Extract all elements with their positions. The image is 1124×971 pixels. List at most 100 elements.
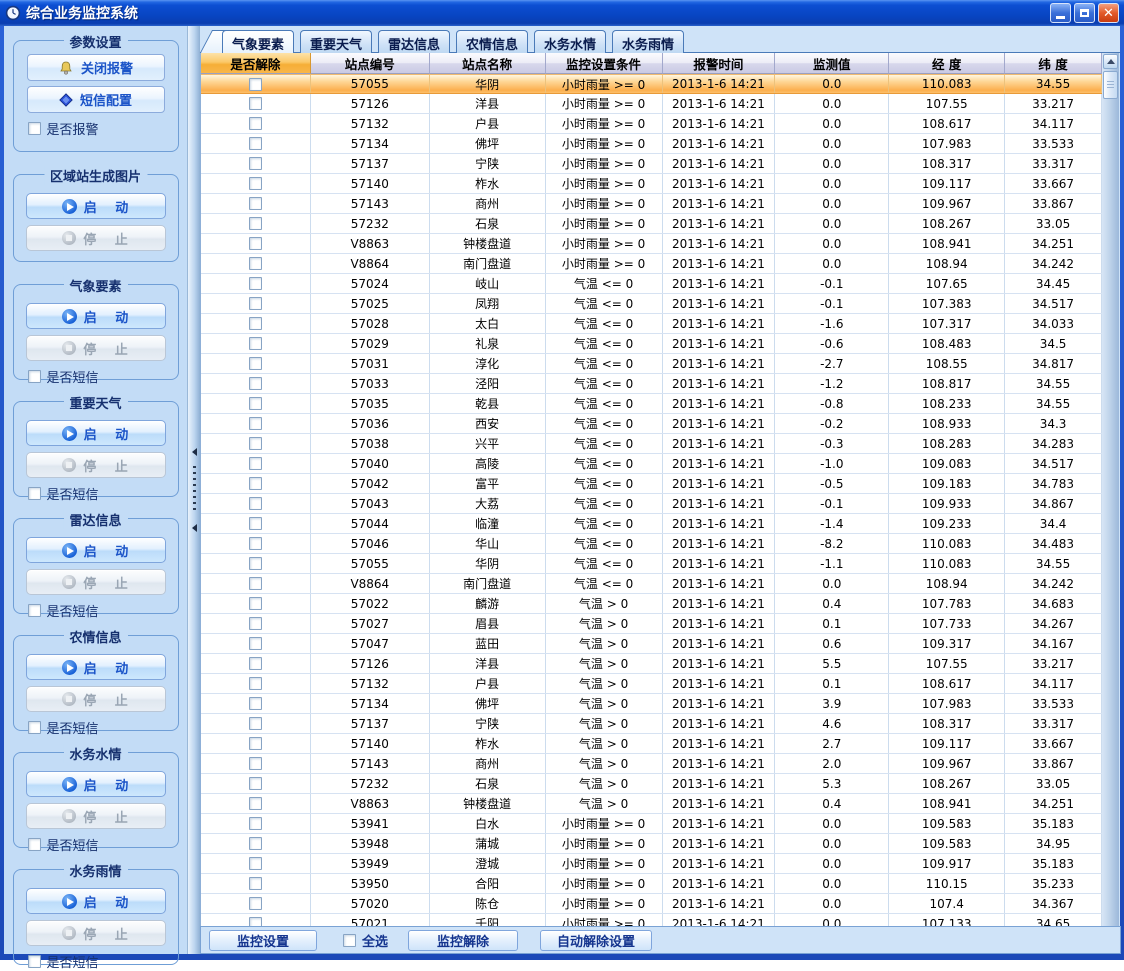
column-header[interactable]: 是否解除 xyxy=(201,53,311,74)
table-row[interactable]: 57134佛坪气温 > 02013-1-6 14:213.9107.98333.… xyxy=(201,694,1102,714)
table-row[interactable]: 57020陈仓小时雨量 >= 02013-1-6 14:210.0107.434… xyxy=(201,894,1102,914)
sms-checkbox[interactable] xyxy=(28,955,41,968)
row-release-checkbox[interactable] xyxy=(249,257,262,270)
row-release-checkbox[interactable] xyxy=(249,497,262,510)
stop-button[interactable]: 停 止 xyxy=(26,920,166,946)
column-header[interactable]: 监测值 xyxy=(775,53,889,74)
column-header[interactable]: 站点编号 xyxy=(311,53,430,74)
table-row[interactable]: 57027眉县气温 > 02013-1-6 14:210.1107.73334.… xyxy=(201,614,1102,634)
collapse-left-icon[interactable] xyxy=(192,524,197,532)
row-release-checkbox[interactable] xyxy=(249,737,262,750)
column-header[interactable]: 纬 度 xyxy=(1005,53,1102,74)
tab-1[interactable]: 气象要素 xyxy=(222,30,294,53)
tab-4[interactable]: 农情信息 xyxy=(456,30,528,53)
collapse-left-icon[interactable] xyxy=(192,448,197,456)
table-row[interactable]: 57042富平气温 <= 02013-1-6 14:21-0.5109.1833… xyxy=(201,474,1102,494)
table-row[interactable]: 57029礼泉气温 <= 02013-1-6 14:21-0.6108.4833… xyxy=(201,334,1102,354)
row-release-checkbox[interactable] xyxy=(249,777,262,790)
tab-5[interactable]: 水务水情 xyxy=(534,30,606,53)
start-button[interactable]: 启 动 xyxy=(26,537,166,563)
table-row[interactable]: 53941白水小时雨量 >= 02013-1-6 14:210.0109.583… xyxy=(201,814,1102,834)
row-release-checkbox[interactable] xyxy=(249,517,262,530)
stop-button[interactable]: 停 止 xyxy=(26,686,166,712)
row-release-checkbox[interactable] xyxy=(249,797,262,810)
table-row[interactable]: 57028太白气温 <= 02013-1-6 14:21-1.6107.3173… xyxy=(201,314,1102,334)
close-alarm-button[interactable]: 关闭报警 xyxy=(27,54,165,81)
row-release-checkbox[interactable] xyxy=(249,637,262,650)
row-release-checkbox[interactable] xyxy=(249,97,262,110)
monitor-set-button[interactable]: 监控设置 xyxy=(209,930,317,951)
stop-button[interactable]: 停 止 xyxy=(26,335,166,361)
table-row[interactable]: 57040高陵气温 <= 02013-1-6 14:21-1.0109.0833… xyxy=(201,454,1102,474)
table-row[interactable]: 57047蓝田气温 > 02013-1-6 14:210.6109.31734.… xyxy=(201,634,1102,654)
tab-6[interactable]: 水务雨情 xyxy=(612,30,684,53)
sms-checkbox[interactable] xyxy=(28,838,41,851)
vertical-scrollbar[interactable] xyxy=(1102,53,1119,926)
table-row[interactable]: 53948蒲城小时雨量 >= 02013-1-6 14:210.0109.583… xyxy=(201,834,1102,854)
start-button[interactable]: 启 动 xyxy=(26,888,166,914)
sms-checkbox[interactable] xyxy=(28,604,41,617)
sms-checkbox[interactable] xyxy=(28,487,41,500)
sms-config-button[interactable]: 短信配置 xyxy=(27,86,165,113)
start-button[interactable]: 启 动 xyxy=(26,303,166,329)
sms-checkbox[interactable] xyxy=(28,370,41,383)
row-release-checkbox[interactable] xyxy=(249,597,262,610)
row-release-checkbox[interactable] xyxy=(249,157,262,170)
table-row[interactable]: 57046华山气温 <= 02013-1-6 14:21-8.2110.0833… xyxy=(201,534,1102,554)
table-row[interactable]: V8863钟楼盘道小时雨量 >= 02013-1-6 14:210.0108.9… xyxy=(201,234,1102,254)
column-header[interactable]: 报警时间 xyxy=(663,53,776,74)
row-release-checkbox[interactable] xyxy=(249,377,262,390)
table-row[interactable]: 57126洋县气温 > 02013-1-6 14:215.5107.5533.2… xyxy=(201,654,1102,674)
table-row[interactable]: 53950合阳小时雨量 >= 02013-1-6 14:210.0110.153… xyxy=(201,874,1102,894)
select-all-checkbox[interactable] xyxy=(343,934,356,947)
row-release-checkbox[interactable] xyxy=(249,857,262,870)
column-header[interactable]: 站点名称 xyxy=(430,53,546,74)
column-header[interactable]: 监控设置条件 xyxy=(546,53,663,74)
table-row[interactable]: 57044临潼气温 <= 02013-1-6 14:21-1.4109.2333… xyxy=(201,514,1102,534)
row-release-checkbox[interactable] xyxy=(249,877,262,890)
table-row[interactable]: 57025凤翔气温 <= 02013-1-6 14:21-0.1107.3833… xyxy=(201,294,1102,314)
sidebar-splitter[interactable] xyxy=(187,26,200,954)
row-release-checkbox[interactable] xyxy=(249,397,262,410)
row-release-checkbox[interactable] xyxy=(249,657,262,670)
row-release-checkbox[interactable] xyxy=(249,617,262,630)
table-row[interactable]: 57134佛坪小时雨量 >= 02013-1-6 14:210.0107.983… xyxy=(201,134,1102,154)
sms-checkbox[interactable] xyxy=(28,721,41,734)
row-release-checkbox[interactable] xyxy=(249,557,262,570)
table-row[interactable]: 57143商州小时雨量 >= 02013-1-6 14:210.0109.967… xyxy=(201,194,1102,214)
row-release-checkbox[interactable] xyxy=(249,357,262,370)
row-release-checkbox[interactable] xyxy=(249,917,262,926)
close-button[interactable]: ✕ xyxy=(1098,3,1119,23)
table-row[interactable]: 57024岐山气温 <= 02013-1-6 14:21-0.1107.6534… xyxy=(201,274,1102,294)
row-release-checkbox[interactable] xyxy=(249,897,262,910)
column-header[interactable]: 经 度 xyxy=(889,53,1005,74)
table-row[interactable]: 57137宁陕气温 > 02013-1-6 14:214.6108.31733.… xyxy=(201,714,1102,734)
scroll-up-button[interactable] xyxy=(1103,54,1118,69)
row-release-checkbox[interactable] xyxy=(249,697,262,710)
row-release-checkbox[interactable] xyxy=(249,437,262,450)
start-button[interactable]: 启 动 xyxy=(26,193,166,219)
table-row[interactable]: 57033泾阳气温 <= 02013-1-6 14:21-1.2108.8173… xyxy=(201,374,1102,394)
table-row[interactable]: 57232石泉小时雨量 >= 02013-1-6 14:210.0108.267… xyxy=(201,214,1102,234)
alarm-checkbox[interactable] xyxy=(28,122,41,135)
row-release-checkbox[interactable] xyxy=(249,837,262,850)
row-release-checkbox[interactable] xyxy=(249,717,262,730)
maximize-button[interactable] xyxy=(1074,3,1095,23)
row-release-checkbox[interactable] xyxy=(249,237,262,250)
auto-release-button[interactable]: 自动解除设置 xyxy=(540,930,652,951)
table-row[interactable]: 57132户县气温 > 02013-1-6 14:210.1108.61734.… xyxy=(201,674,1102,694)
row-release-checkbox[interactable] xyxy=(249,577,262,590)
minimize-button[interactable] xyxy=(1050,3,1071,23)
table-row[interactable]: V8864南门盘道小时雨量 >= 02013-1-6 14:210.0108.9… xyxy=(201,254,1102,274)
table-row[interactable]: 57140柞水气温 > 02013-1-6 14:212.7109.11733.… xyxy=(201,734,1102,754)
table-row[interactable]: 57035乾县气温 <= 02013-1-6 14:21-0.8108.2333… xyxy=(201,394,1102,414)
splitter-grip-icon[interactable] xyxy=(193,466,196,514)
table-row[interactable]: 57132户县小时雨量 >= 02013-1-6 14:210.0108.617… xyxy=(201,114,1102,134)
table-row[interactable]: V8863钟楼盘道气温 > 02013-1-6 14:210.4108.9413… xyxy=(201,794,1102,814)
table-row[interactable]: 57031淳化气温 <= 02013-1-6 14:21-2.7108.5534… xyxy=(201,354,1102,374)
row-release-checkbox[interactable] xyxy=(249,757,262,770)
row-release-checkbox[interactable] xyxy=(249,217,262,230)
start-button[interactable]: 启 动 xyxy=(26,771,166,797)
table-row[interactable]: 57055华阴小时雨量 >= 02013-1-6 14:210.0110.083… xyxy=(201,74,1102,94)
table-row[interactable]: 57038兴平气温 <= 02013-1-6 14:21-0.3108.2833… xyxy=(201,434,1102,454)
